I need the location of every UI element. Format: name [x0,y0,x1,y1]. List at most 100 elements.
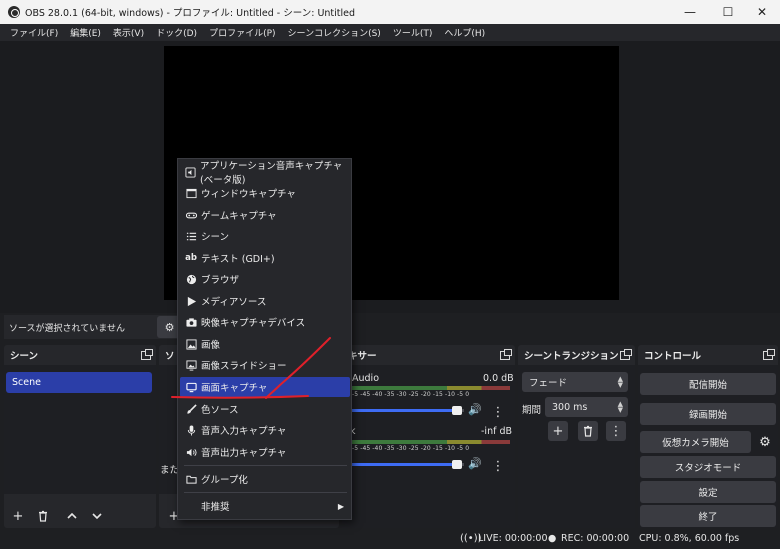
mixer-channel-level: -inf dB [481,426,513,437]
transition-duration-spinbox[interactable]: 300 ms ▲ ▼ [545,397,628,417]
menu-scene-collection[interactable]: シーンコレクション(S) [282,26,387,39]
volume-slider-handle[interactable] [452,406,462,415]
image-icon [185,338,197,350]
volume-slider[interactable] [352,460,464,469]
play-icon [185,295,197,307]
camera-icon [185,316,197,328]
menu-item-window-capture[interactable]: ウィンドウキャプチャ [180,183,350,203]
speaker-icon[interactable]: 🔊 [468,457,482,470]
duration-label: 期間 [522,405,542,416]
menu-edit[interactable]: 編集(E) [64,26,107,39]
move-scene-down-button[interactable] [87,506,107,526]
menu-item-image[interactable]: 画像 [180,334,350,354]
add-source-context-menu: アプリケーション音声キャプチャ (ベータ版) ウィンドウキャプチャ ゲームキャプ… [177,158,352,520]
menu-docks[interactable]: ドック(D) [150,26,203,39]
microphone-icon [185,424,197,436]
gear-icon: ⚙ [164,320,175,334]
title-bar: OBS 28.0.1 (64-bit, windows) - プロファイル: U… [0,0,780,24]
slideshow-icon [185,359,197,371]
transitions-dock-title: シーントランジション [524,351,619,362]
start-streaming-button[interactable]: 配信開始 [640,373,776,395]
menu-item-text-gdi[interactable]: ab テキスト (GDI+) [180,248,350,268]
scene-list-item[interactable]: Scene [6,372,152,393]
menu-item-image-slideshow[interactable]: 画像スライドショー [180,355,350,375]
move-scene-up-button[interactable] [62,506,82,526]
menu-item-audio-output-capture[interactable]: 音声出力キャプチャ [180,442,350,462]
volume-slider[interactable] [352,406,464,415]
mixer-channel-name: Audio [352,373,380,384]
volume-slider-handle[interactable] [452,460,462,469]
menu-item-scene[interactable]: シーン [180,226,350,246]
cpu-fps-readout: CPU: 0.8%, 60.00 fps [639,533,740,544]
gamepad-icon [185,209,197,221]
menu-help[interactable]: ヘルプ(H) [438,26,491,39]
kebab-menu-icon: ⋮ [491,404,505,420]
brush-icon [185,403,197,415]
kebab-menu-icon: ⋮ [491,458,505,474]
mixer-channel-level: 0.0 dB [483,373,514,384]
audio-mixer-dock-title: キサー [348,351,377,362]
volume-meter [352,386,510,390]
globe-icon [185,273,197,285]
minimize-button[interactable]: — [672,0,708,24]
menu-item-display-capture[interactable]: 画面キャプチャ [180,377,350,397]
menu-item-video-capture-device[interactable]: 映像キャプチャデバイス [180,312,350,332]
mixer-channel-more-button[interactable]: ⋮ [488,402,508,422]
start-virtual-camera-button[interactable]: 仮想カメラ開始 [640,431,751,453]
spin-arrow-icon: ▲ ▼ [617,400,623,414]
status-bar: ((•)) LIVE: 00:00:00 ● REC: 00:00:00 CPU… [0,530,780,549]
transition-more-button[interactable]: ⋮ [606,421,626,441]
mixer-channel-more-button[interactable]: ⋮ [488,456,508,476]
monitor-icon [185,381,197,393]
remove-scene-button[interactable] [33,506,53,526]
window-title: OBS 28.0.1 (64-bit, windows) - プロファイル: U… [25,8,356,19]
undock-icon[interactable] [620,348,632,360]
menu-item-audio-input-capture[interactable]: 音声入力キャプチャ [180,420,350,440]
add-transition-button[interactable]: + [548,421,568,441]
text-icon: ab [185,253,197,263]
chevron-up-icon [67,512,77,519]
meter-scale: -5 -45 -40 -35 -30 -25 -20 -15 -10 -5 0 [352,391,470,398]
virtual-camera-settings-button[interactable]: ⚙ [755,432,775,452]
menu-item-color-source[interactable]: 色ソース [180,399,350,419]
menu-bar: ファイル(F) 編集(E) 表示(V) ドック(D) プロファイル(P) シーン… [0,24,780,41]
studio-mode-button[interactable]: スタジオモード [640,456,776,478]
menu-item-deprecated[interactable]: 非推奨 ▶ [180,496,350,516]
trash-icon [39,510,47,522]
gear-icon: ⚙ [759,434,771,450]
chevron-down-icon [92,513,102,520]
no-source-selected-text: ソースが選択されていません [9,323,126,334]
plus-icon: + [552,423,564,439]
undock-icon[interactable] [500,348,512,360]
undock-icon[interactable] [141,348,153,360]
undock-icon[interactable] [763,348,775,360]
volume-meter [352,440,510,444]
menu-profile[interactable]: プロファイル(P) [203,26,281,39]
maximize-button[interactable]: ☐ [710,0,746,24]
menu-view[interactable]: 表示(V) [107,26,150,39]
window-icon [185,187,197,199]
menu-file[interactable]: ファイル(F) [4,26,64,39]
menu-item-game-capture[interactable]: ゲームキャプチャ [180,205,350,225]
menu-item-browser[interactable]: ブラウザ [180,269,350,289]
list-icon [185,230,197,242]
live-timer: LIVE: 00:00:00 [478,533,548,544]
speaker-icon [185,446,197,458]
remove-transition-button[interactable] [578,421,598,441]
scenes-dock-title: シーン [10,351,39,362]
menu-item-app-audio-capture[interactable]: アプリケーション音声キャプチャ (ベータ版) [180,161,350,186]
menu-tools[interactable]: ツール(T) [387,26,439,39]
settings-button[interactable]: 設定 [640,481,776,503]
menu-item-group[interactable]: グループ化 [180,469,350,489]
transition-type-select[interactable]: フェード ▲ ▼ [522,372,628,392]
exit-button[interactable]: 終了 [640,505,776,527]
speaker-icon[interactable]: 🔊 [468,403,482,416]
sources-dock-title: ソ [165,351,175,362]
rec-indicator-icon: ● [548,533,557,544]
menu-item-media-source[interactable]: メディアソース [180,291,350,311]
start-recording-button[interactable]: 録画開始 [640,403,776,425]
kebab-menu-icon: ⋮ [609,423,623,439]
close-button[interactable]: ✕ [744,0,780,24]
obs-logo-icon [8,6,20,18]
add-scene-button[interactable]: + [8,506,28,526]
